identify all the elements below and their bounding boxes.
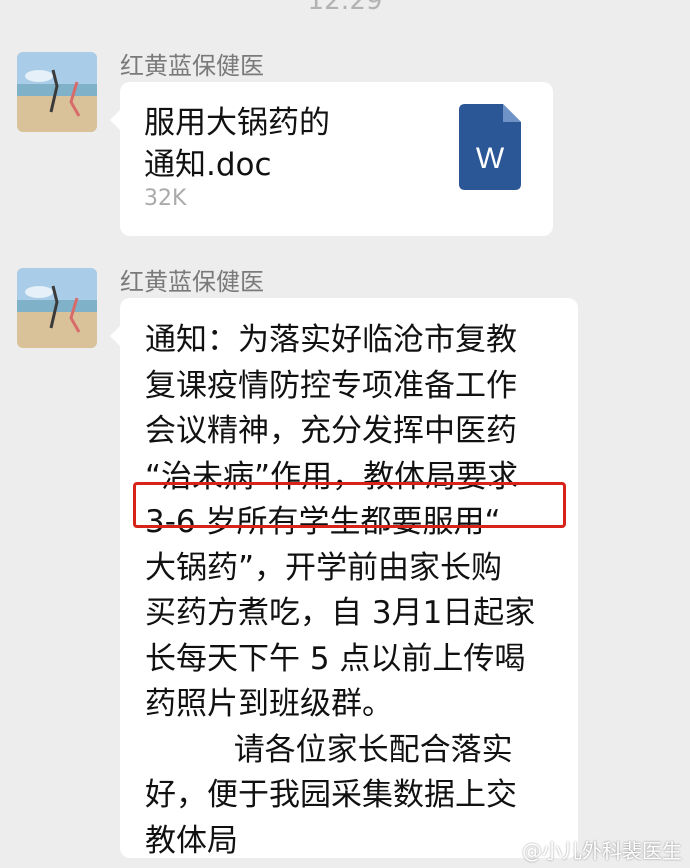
chat-message-text: 红黄蓝保健医 通知：为落实好临沧市复教 复课疫情防控专项准备工作 会议精神，充分… [0, 262, 690, 859]
message-text: 通知：为落实好临沧市复教 复课疫情防控专项准备工作 会议精神，充分发挥中医药 “… [145, 322, 536, 859]
avatar[interactable] [17, 52, 97, 132]
word-icon-letter: W [476, 142, 505, 175]
file-name: 服用大锅药的 通知.doc [144, 105, 330, 183]
text-bubble[interactable]: 通知：为落实好临沧市复教 复课疫情防控专项准备工作 会议精神，充分发挥中医药 “… [110, 298, 578, 859]
sender-name: 红黄蓝保健医 [120, 268, 264, 296]
sender-name: 红黄蓝保健医 [120, 52, 264, 80]
file-bubble[interactable]: 服用大锅药的 通知.doc 32K W [110, 82, 553, 236]
file-size: 32K [144, 186, 187, 211]
word-doc-icon: W [459, 104, 521, 190]
avatar[interactable] [17, 268, 97, 348]
chat-message-file: 红黄蓝保健医 服用大锅药的 通知.doc 32K W [0, 46, 690, 246]
status-time: 12:29 [307, 0, 383, 16]
watermark: @小儿外科裴医生 [522, 839, 682, 863]
highlight-box [133, 482, 566, 528]
